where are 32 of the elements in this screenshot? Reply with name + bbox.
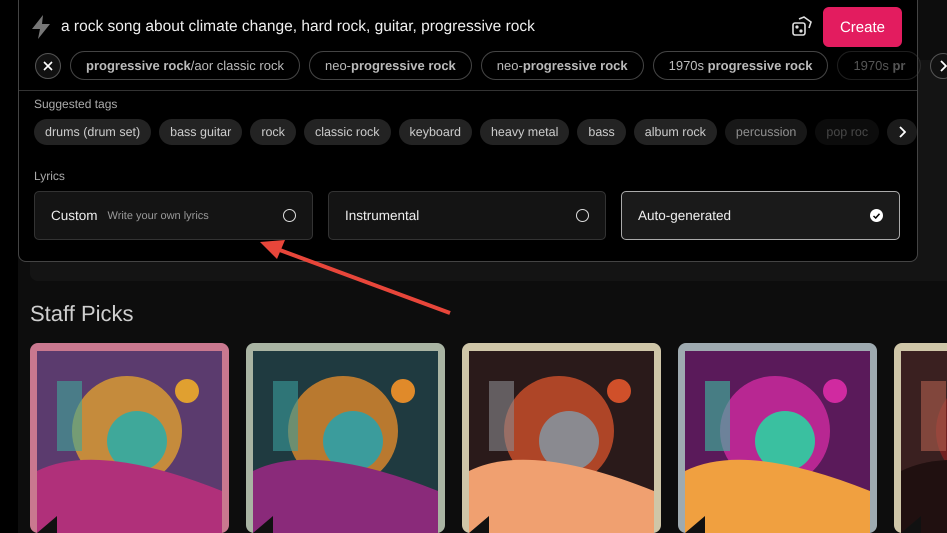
option-label: Instrumental bbox=[345, 208, 420, 223]
style-chip[interactable]: neo-progressive rock bbox=[308, 51, 472, 80]
next-button[interactable] bbox=[887, 119, 918, 145]
section-label: Suggested tags bbox=[34, 97, 118, 111]
style-chip[interactable]: progressive rock/aor classic rock bbox=[70, 51, 300, 80]
tag-chip[interactable]: album rock bbox=[634, 119, 717, 145]
section-title: Staff Picks bbox=[30, 301, 135, 327]
section-label: Lyrics bbox=[34, 169, 66, 183]
chevron-right-icon bbox=[939, 60, 947, 72]
style-chip[interactable]: 1970s progressive rock bbox=[652, 51, 828, 80]
tag-chip[interactable]: heavy metal bbox=[480, 119, 570, 145]
lyrics-option[interactable]: Instrumental bbox=[328, 191, 606, 240]
dice-icon[interactable] bbox=[790, 16, 813, 38]
lyrics-option[interactable]: Custom Write your own lyrics bbox=[34, 191, 313, 240]
lyrics-option[interactable]: Auto-generated bbox=[621, 191, 900, 240]
tag-chip[interactable]: drums (drum set) bbox=[34, 119, 152, 145]
tag-chip[interactable]: percussion bbox=[724, 119, 808, 145]
option-label: Auto-generated bbox=[638, 208, 732, 223]
tag-chip[interactable]: classic rock bbox=[304, 119, 391, 145]
tag-chip[interactable]: keyboard bbox=[398, 119, 472, 145]
style-chip[interactable]: neo-progressive rock bbox=[480, 51, 644, 80]
tag-chip[interactable]: bass bbox=[577, 119, 626, 145]
option-hint: Write your own lyrics bbox=[108, 210, 210, 222]
prompt-field[interactable]: a rock song about climate change, hard rock, guitar, progressive rock bbox=[61, 18, 781, 36]
lightning-icon bbox=[31, 15, 51, 39]
tag-chip[interactable]: bass guitar bbox=[159, 119, 242, 145]
close-icon bbox=[43, 60, 53, 70]
tag-chip[interactable]: rock bbox=[250, 119, 296, 145]
chevron-right-icon bbox=[898, 126, 906, 138]
option-label: Custom bbox=[51, 208, 98, 223]
close-button[interactable] bbox=[35, 52, 61, 78]
create-button[interactable]: Create bbox=[822, 7, 902, 47]
